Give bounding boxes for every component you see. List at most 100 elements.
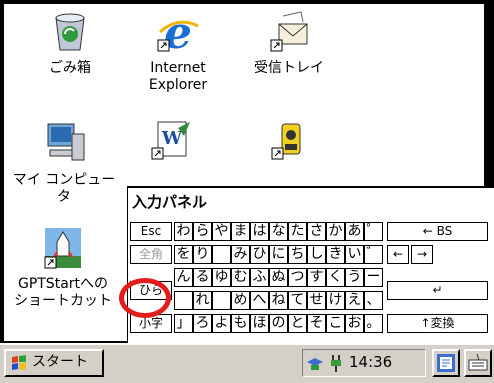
kana-key[interactable]: も [231, 314, 250, 333]
kana-key[interactable]: ゜ [364, 222, 383, 241]
desktop-icon-small [437, 354, 455, 372]
survey-instrument-icon [271, 123, 301, 160]
kana-key[interactable]: そ [307, 314, 326, 333]
kana-key[interactable]: 。 [364, 314, 383, 333]
kana-key[interactable]: め [231, 291, 250, 310]
kana-key[interactable]: 」 [174, 314, 193, 333]
zenkaku-key[interactable]: 全角 [130, 245, 172, 264]
kana-key[interactable]: る [193, 268, 212, 287]
keyboard-icon [468, 353, 488, 371]
kana-key[interactable]: ゆ [212, 268, 231, 287]
kana-key[interactable]: わ [174, 222, 193, 241]
my-computer-label-2: タ [57, 189, 71, 205]
internet-explorer-label-1: Internet [150, 60, 206, 76]
kana-key[interactable] [174, 291, 193, 310]
kana-key[interactable]: ん [174, 268, 193, 287]
gptstart-label-1: GPTStartへの [17, 276, 109, 292]
kana-key[interactable]: へ [250, 291, 269, 310]
kana-key[interactable]: と [288, 314, 307, 333]
input-panel-toggle-button[interactable] [464, 349, 492, 377]
taskbar: スタート 14:36 [0, 343, 494, 383]
convert-key[interactable]: ↑変換 [387, 314, 488, 333]
cursor-right-key[interactable]: → [411, 245, 433, 264]
kana-key[interactable]: し [307, 245, 326, 264]
kana-key[interactable]: は [250, 222, 269, 241]
kana-key[interactable]: ま [231, 222, 250, 241]
desktop-switch-button[interactable] [432, 349, 460, 377]
kana-key[interactable]: あ [345, 222, 364, 241]
hiragana-mode-key[interactable]: ひら [130, 281, 172, 300]
inbox-label: 受信トレイ [254, 60, 324, 76]
kana-key[interactable]: い [345, 245, 364, 264]
small-kana-key[interactable]: 小字 [130, 314, 172, 333]
kana-key[interactable]: ひ [250, 245, 269, 264]
kana-key[interactable]: け [326, 291, 345, 310]
kana-key[interactable]: き [326, 245, 345, 264]
kana-key[interactable]: て [288, 291, 307, 310]
kana-key[interactable] [212, 291, 231, 310]
svg-text:W: W [161, 128, 183, 149]
inbox-icon [270, 11, 308, 52]
kana-key[interactable]: か [326, 222, 345, 241]
desktop-icon-inbox[interactable]: 受信トレイ [244, 10, 334, 77]
kana-key[interactable]: れ [193, 291, 212, 310]
recycle-bin-icon [55, 13, 85, 51]
connection-icon[interactable] [305, 354, 325, 372]
kana-key[interactable]: お [345, 314, 364, 333]
windows-flag-icon [12, 355, 26, 370]
kana-key[interactable]: ち [288, 245, 307, 264]
desktop-icon-recycle-bin[interactable]: ごみ箱 [30, 10, 110, 77]
kana-key[interactable]: を [174, 245, 193, 264]
kana-key[interactable]: さ [307, 222, 326, 241]
desktop-icon-word-shortcut[interactable]: W [140, 118, 200, 162]
kana-key[interactable]: の [269, 314, 288, 333]
internet-explorer-label-2: Explorer [148, 77, 208, 93]
power-plug-icon[interactable] [327, 353, 347, 373]
kana-key[interactable]: や [212, 222, 231, 241]
kana-key[interactable]: う [345, 268, 364, 287]
recycle-bin-label: ごみ箱 [49, 60, 91, 76]
clock[interactable]: 14:36 [349, 353, 392, 371]
kana-key[interactable]: ね [269, 291, 288, 310]
desktop-icon-survey-shortcut[interactable] [258, 118, 318, 162]
kana-key[interactable]: す [307, 268, 326, 287]
kana-key[interactable]: む [231, 268, 250, 287]
gptstart-label-2: ショートカット [14, 293, 112, 309]
enter-key[interactable]: ↵ [387, 281, 488, 300]
kana-key[interactable]: 、 [364, 291, 383, 310]
desktop-icon-my-computer[interactable]: マイ コンピュー タ [4, 120, 124, 206]
my-computer-icon [47, 123, 85, 161]
start-label: スタート [32, 354, 88, 370]
word-document-icon: W [151, 121, 190, 160]
kana-key[interactable]: り [193, 245, 212, 264]
kana-key[interactable]: ふ [250, 268, 269, 287]
kana-key[interactable]: つ [288, 268, 307, 287]
system-tray: 14:36 [302, 349, 426, 377]
kana-key[interactable]: た [288, 222, 307, 241]
desktop-icon-internet-explorer[interactable]: e Internet Explorer [130, 10, 226, 94]
esc-key[interactable]: Esc [130, 222, 172, 241]
kana-key[interactable]: く [326, 268, 345, 287]
input-panel: 入力パネル わらやまはなたさかあ゜をりみひにちしきい゛んるゆむふぬつすくうーれめ… [127, 186, 494, 348]
kana-key[interactable]: ぬ [269, 268, 288, 287]
kana-key[interactable]: み [231, 245, 250, 264]
kana-key[interactable]: ー [364, 268, 383, 287]
desktop-icon-gptstart[interactable]: GPTStartへの ショートカット [4, 226, 122, 310]
start-button[interactable]: スタート [4, 349, 104, 377]
screen: ごみ箱 e Internet Explorer 受信トレイ マイ コンピュー タ… [0, 0, 494, 383]
kana-key[interactable]: ゛ [364, 245, 383, 264]
kana-key[interactable]: ろ [193, 314, 212, 333]
input-panel-title: 入力パネル [132, 193, 208, 211]
kana-key[interactable]: な [269, 222, 288, 241]
backspace-key[interactable]: ← BS [387, 222, 488, 241]
kana-key[interactable]: こ [326, 314, 345, 333]
kana-key[interactable]: え [345, 291, 364, 310]
kana-key[interactable]: ら [193, 222, 212, 241]
kana-key[interactable] [212, 245, 231, 264]
cursor-left-key[interactable]: ← [387, 245, 409, 264]
kana-key[interactable]: せ [307, 291, 326, 310]
kana-key[interactable]: に [269, 245, 288, 264]
kana-key[interactable]: ほ [250, 314, 269, 333]
kana-key[interactable]: よ [212, 314, 231, 333]
internet-explorer-icon: e [157, 10, 199, 54]
